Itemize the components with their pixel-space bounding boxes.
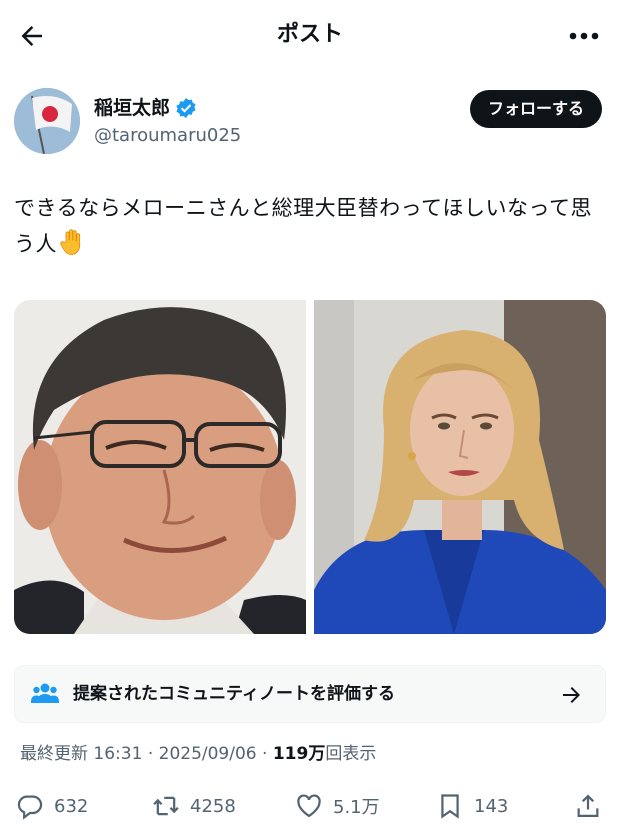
photo-right[interactable] (314, 300, 606, 634)
woman-portrait-image (314, 300, 606, 634)
raised-hand-icon (59, 228, 85, 256)
reply-button[interactable]: 632 (16, 790, 88, 822)
post-media[interactable] (14, 300, 606, 634)
repost-button[interactable]: 4258 (152, 790, 236, 822)
views-label: 回表示 (325, 744, 377, 764)
arrow-right-icon (563, 687, 580, 703)
community-note-label: 提案されたコミュニティノートを評価する (73, 684, 395, 704)
people-group-icon (31, 683, 59, 703)
share-button[interactable] (574, 790, 612, 822)
post-text: できるならメローニさんと総理大臣替わってほしいなって思う人 (14, 190, 606, 262)
author-handle[interactable]: @taroumaru025 (94, 124, 241, 148)
page-title: ポスト (276, 22, 343, 47)
meta-separator: · (147, 744, 154, 764)
photo-left[interactable] (14, 300, 306, 634)
post-time[interactable]: 16:31 (93, 744, 142, 764)
post-meta: 最終更新 16:31 · 2025/09/06 · 119万回表示 (20, 742, 376, 766)
bookmark-button[interactable]: 143 (436, 790, 508, 822)
japan-flag-avatar-icon (14, 88, 80, 154)
community-note-banner[interactable]: 提案されたコミュニティノートを評価する (14, 665, 606, 723)
bookmark-icon (441, 794, 459, 819)
heart-icon (297, 794, 321, 818)
views-count: 119万 (272, 744, 326, 764)
repost-icon (153, 796, 179, 816)
post-date[interactable]: 2025/09/06 (159, 744, 257, 764)
author-name[interactable]: 稲垣太郎 (94, 96, 170, 120)
follow-button[interactable]: フォローする (469, 90, 602, 128)
reply-count: 632 (54, 795, 89, 817)
bookmark-count: 143 (474, 795, 509, 817)
post-author: 稲垣太郎 @taroumaru025 フォローする (14, 88, 606, 158)
meta-separator: · (262, 744, 268, 764)
like-button[interactable]: 5.1万 (295, 790, 380, 822)
avatar[interactable] (14, 88, 80, 154)
top-bar: ポスト (0, 0, 620, 70)
more-dots-icon (569, 32, 599, 40)
like-count: 5.1万 (333, 797, 380, 818)
updated-label: 最終更新 (20, 744, 88, 764)
share-upload-icon (577, 794, 599, 818)
action-bar: 632 4258 5.1万 143 (0, 784, 620, 828)
author-name-row: 稲垣太郎 (94, 96, 197, 120)
post-body: できるならメローニさんと総理大臣替わってほしいなって思う人 (14, 196, 592, 256)
more-options-button[interactable] (566, 20, 602, 52)
repost-count: 4258 (190, 795, 236, 817)
verified-badge-icon (175, 97, 197, 119)
reply-bubble-icon (17, 795, 43, 820)
man-portrait-image (14, 300, 306, 634)
